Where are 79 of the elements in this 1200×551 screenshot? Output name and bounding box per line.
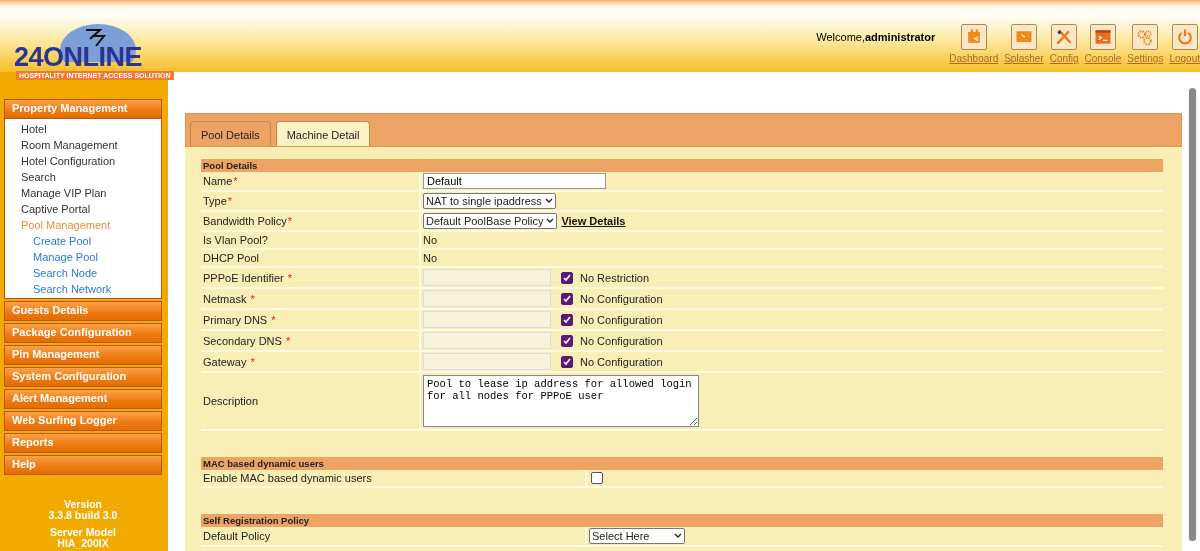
menu-item[interactable]: Manage VIP Plan — [5, 185, 161, 201]
settings-link[interactable]: Settings — [1127, 24, 1164, 64]
version-label: Version — [64, 499, 102, 510]
section-header: MAC based dynamic users — [201, 457, 1163, 470]
menu-header[interactable]: Web Surfing Logger — [4, 411, 162, 431]
menu-item[interactable]: Hotel — [5, 121, 161, 137]
model-label: Server Model — [50, 527, 116, 538]
checkbox[interactable] — [561, 355, 573, 368]
checkbox[interactable] — [591, 472, 603, 484]
splasher-link[interactable]: Splasher — [1004, 24, 1044, 64]
menu-header[interactable]: Pin Management — [4, 345, 162, 365]
checkbox-label: No Configuration — [580, 292, 663, 305]
dropdown[interactable]: NAT to single ipaddress — [423, 193, 556, 209]
field-label: Secondary DNS — [203, 334, 282, 347]
checkbox[interactable] — [561, 292, 573, 305]
checkbox[interactable] — [561, 271, 573, 284]
logo-name: 24ONLINE — [14, 44, 143, 71]
field-label: Netmask — [203, 292, 247, 305]
field-label: DHCP Pool — [203, 252, 260, 264]
scrollbar[interactable] — [1188, 88, 1197, 541]
field-label: Primary DNS — [203, 313, 268, 326]
field-label: Type — [203, 195, 227, 207]
field-label: Gateway — [203, 355, 247, 368]
required-mark: * — [287, 215, 293, 227]
version-text: 3.3.8 build 3.0 — [48, 510, 118, 521]
dropdown[interactable]: Default PoolBase Policy — [423, 213, 558, 229]
menu-item[interactable]: Search — [5, 169, 161, 185]
submenu-item[interactable]: Manage Pool — [5, 249, 161, 265]
caret-icon — [674, 533, 682, 539]
field-label: Is Vlan Pool? — [203, 234, 268, 246]
required-mark: * — [250, 292, 255, 305]
menu-item[interactable]: Pool Management — [5, 217, 161, 233]
checkbox[interactable] — [561, 313, 573, 326]
caret-icon — [544, 198, 553, 204]
field-label: PPPoE Identifier — [203, 271, 284, 284]
menu-item[interactable]: Captive Portal — [5, 201, 161, 217]
checkbox-label: No Restriction — [580, 271, 650, 284]
menu-header[interactable]: Reports — [4, 433, 162, 453]
required-mark: * — [250, 355, 255, 368]
menu-header[interactable]: Guests Details — [4, 301, 162, 321]
description-field[interactable]: Pool to lease ip address for allowed login for all nodes for PPPoE user — [423, 375, 699, 427]
checkbox-label: No Configuration — [580, 355, 663, 368]
menu-item[interactable]: Room Management — [5, 137, 161, 153]
section-header: Self Registration Policy — [201, 514, 1163, 527]
model-text: HIA_200IX — [57, 538, 109, 549]
field-label: Name — [203, 175, 233, 187]
view-details-link[interactable]: View Details — [561, 215, 626, 227]
required-mark: * — [233, 175, 238, 187]
field-value: No — [423, 252, 438, 264]
tab[interactable]: Pool Details — [190, 121, 271, 146]
menu-header[interactable]: Help — [4, 455, 162, 475]
required-mark: * — [227, 195, 233, 207]
menu-item[interactable]: Hotel Configuration — [5, 153, 161, 169]
checkbox[interactable] — [561, 334, 573, 347]
section-header: Pool Details — [201, 159, 1163, 172]
field-value: No — [423, 234, 438, 246]
welcome-text: Welcome,administrator — [816, 31, 936, 43]
tab[interactable]: Machine Detail — [275, 121, 371, 146]
dropdown[interactable]: Select Here — [589, 528, 685, 544]
required-mark: * — [271, 313, 276, 326]
field-label: Bandwidth Policy — [203, 215, 287, 227]
menu-header[interactable]: Alert Management — [4, 389, 162, 409]
dashboard-link[interactable]: Dashboard — [949, 24, 999, 64]
input-field[interactable]: Default — [423, 173, 606, 189]
submenu-item[interactable]: Create Pool — [5, 233, 161, 249]
checkbox-label: No Configuration — [580, 334, 663, 347]
submenu-item[interactable]: Search Network — [5, 281, 161, 297]
caret-icon — [546, 218, 555, 224]
required-mark: * — [285, 334, 291, 347]
submenu-item[interactable]: Search Node — [5, 265, 161, 281]
required-mark: * — [287, 271, 292, 284]
console-link[interactable]: Console — [1084, 24, 1122, 64]
menu-header[interactable]: Package Configuration — [4, 323, 162, 343]
checkbox-label: No Configuration — [580, 313, 663, 326]
field-label: Description — [203, 395, 259, 407]
menu-header[interactable]: System Configuration — [4, 367, 162, 387]
field-label: Default Policy — [203, 530, 271, 542]
field-label: Enable MAC based dynamic users — [203, 472, 372, 484]
menu-header[interactable]: Property Management — [4, 99, 162, 119]
